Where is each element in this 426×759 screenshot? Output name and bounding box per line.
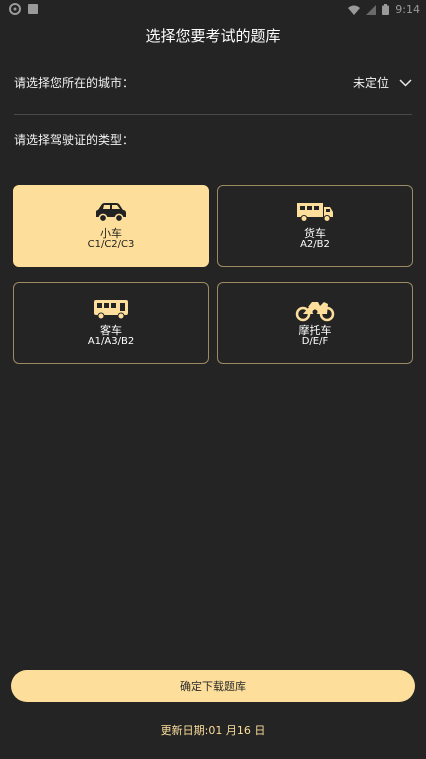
city-selector[interactable]: 未定位 [353, 74, 412, 91]
license-card-car[interactable]: 小车 C1/C2/C3 [13, 185, 209, 267]
divider [14, 114, 412, 115]
chevron-down-icon [399, 78, 412, 87]
motorcycle-icon [295, 302, 335, 322]
battery-icon [382, 4, 390, 15]
license-card-truck[interactable]: 货车 A2/B2 [217, 185, 413, 267]
card-subtitle: D/E/F [301, 336, 329, 347]
bus-icon [94, 300, 128, 320]
card-subtitle: A2/B2 [300, 239, 330, 250]
update-date: 更新日期:01 月16 日 [160, 724, 266, 737]
license-card-bus[interactable]: 客车 A1/A3/B2 [13, 282, 209, 364]
license-card-motorcycle[interactable]: 摩托车 D/E/F [217, 282, 413, 364]
city-value: 未定位 [352, 76, 389, 90]
card-subtitle: A1/A3/B2 [87, 336, 135, 347]
status-bar: 9:14 [0, 0, 426, 20]
signal-icon [366, 4, 377, 15]
download-question-bank-button[interactable]: 确定下载题库 [11, 670, 415, 702]
settings-icon [9, 3, 21, 15]
truck-icon [297, 203, 333, 222]
status-time: 9:14 [395, 3, 420, 16]
wifi-icon [348, 5, 361, 15]
page-title: 选择您要考试的题库 [145, 27, 281, 45]
city-label: 请选择您所在的城市： [14, 76, 135, 90]
car-icon [96, 203, 126, 223]
notification-icon [28, 4, 38, 14]
card-subtitle: C1/C2/C3 [87, 239, 135, 250]
license-type-label: 请选择驾驶证的类型： [14, 133, 135, 147]
